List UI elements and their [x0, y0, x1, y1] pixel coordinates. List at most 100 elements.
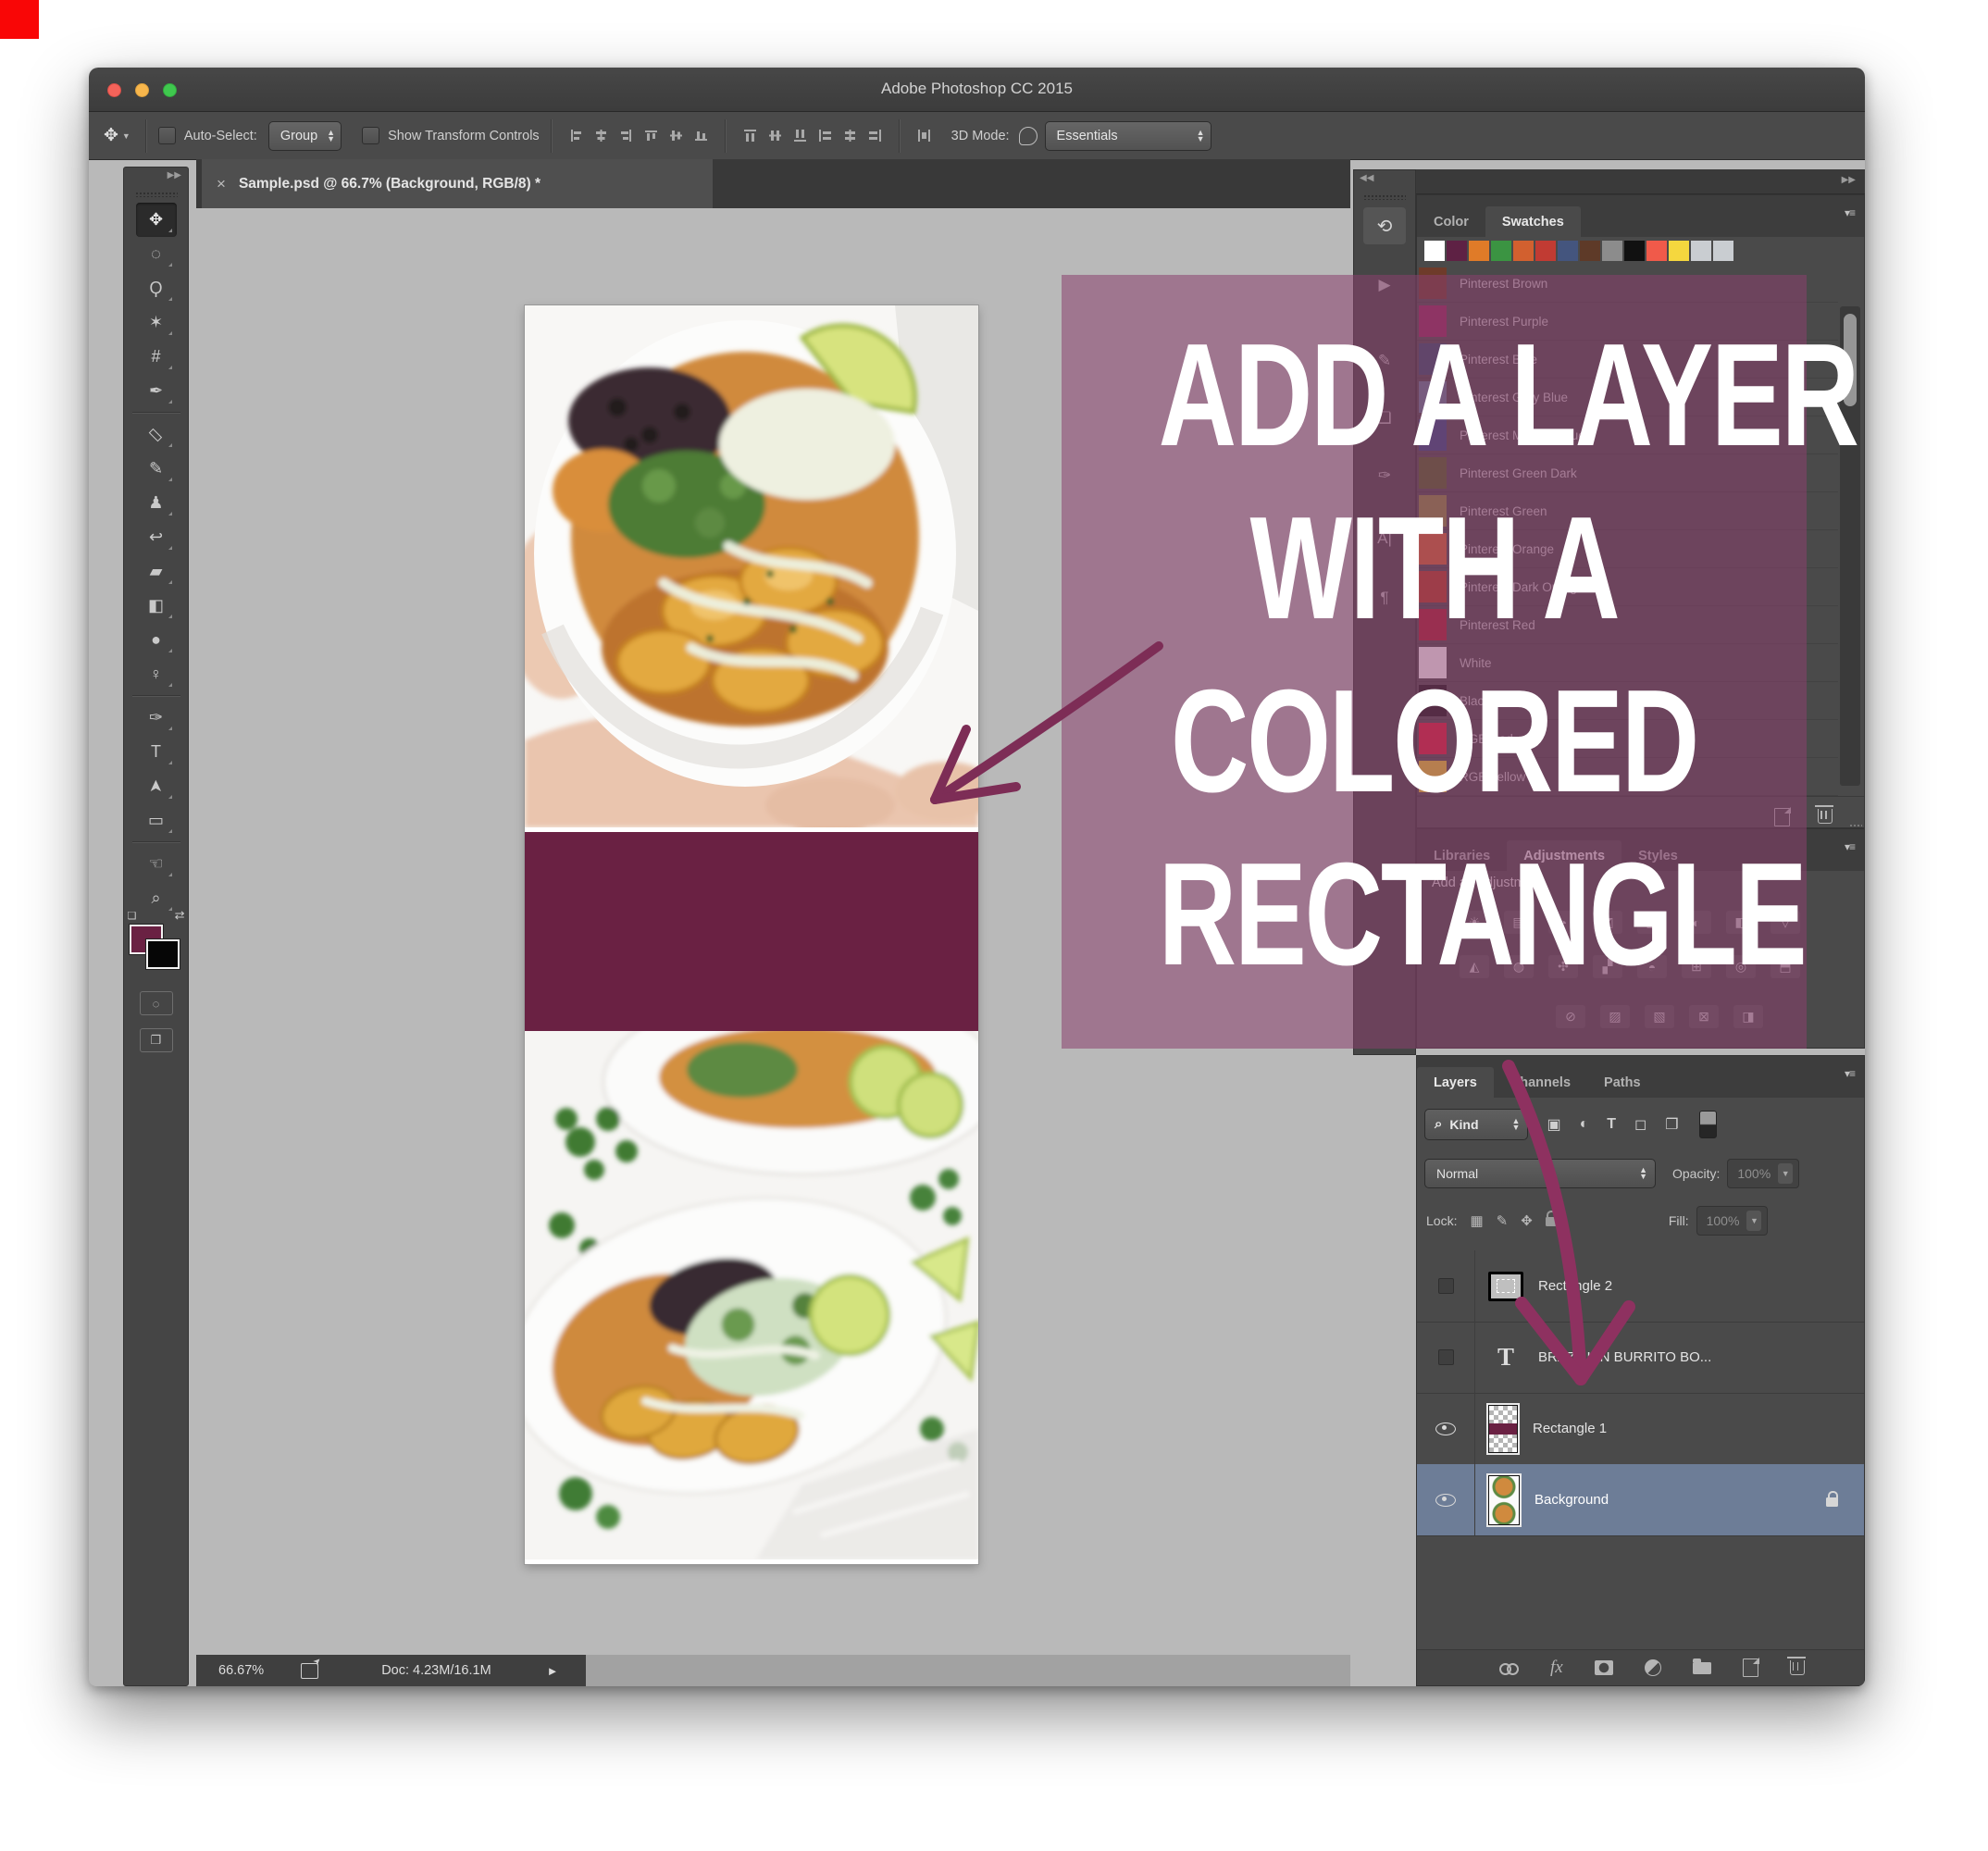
document-canvas[interactable]	[525, 305, 978, 1564]
tool-healing-brush-tool[interactable]: ▭	[136, 417, 177, 452]
show-transform-label: Show Transform Controls	[388, 129, 540, 143]
tool-eyedropper-tool[interactable]: ✒	[136, 374, 177, 408]
recent-swatch-7[interactable]	[1580, 241, 1600, 261]
tool-marquee-tool[interactable]: ◌	[136, 237, 177, 271]
share-icon[interactable]	[301, 1663, 318, 1679]
lock-position-icon[interactable]: ✥	[1521, 1212, 1533, 1229]
text-layer-thumbnail: T	[1488, 1343, 1523, 1373]
show-transform-checkbox[interactable]	[362, 127, 379, 144]
auto-select-scope-dropdown[interactable]: Group ▲▼	[268, 121, 342, 151]
layer-style-icon[interactable]: fx	[1550, 1658, 1563, 1678]
recent-swatch-6[interactable]	[1558, 241, 1578, 261]
tool-crop-tool[interactable]: #	[136, 340, 177, 374]
recent-swatch-11[interactable]	[1669, 241, 1689, 261]
add-mask-icon[interactable]	[1595, 1660, 1613, 1675]
recent-swatch-8[interactable]	[1602, 241, 1622, 261]
panel-menu-icon[interactable]: ▾≡	[1845, 206, 1855, 219]
background-color-swatch[interactable]	[146, 939, 180, 969]
recent-swatch-10[interactable]	[1646, 241, 1667, 261]
recent-swatch-12[interactable]	[1691, 241, 1711, 261]
new-layer-icon[interactable]	[1743, 1658, 1758, 1677]
tool-clone-stamp-tool[interactable]: ♟	[136, 486, 177, 520]
swap-colors-icon[interactable]: ⇄	[175, 908, 185, 923]
screen-mode-button[interactable]: ❐	[140, 1028, 173, 1052]
tool-preset-caret-icon[interactable]: ▼	[122, 131, 130, 141]
tool-dodge-tool[interactable]: ♀	[136, 657, 177, 691]
tool-history-brush-tool[interactable]: ↩	[136, 520, 177, 554]
tool-rectangle-tool[interactable]: ▭	[136, 803, 177, 838]
status-play-icon[interactable]: ►	[547, 1664, 559, 1678]
collapse-dock-icon[interactable]: ▶▶	[1416, 169, 1865, 194]
filter-toggle[interactable]	[1699, 1111, 1717, 1138]
workspace-dropdown[interactable]: Essentials ▲▼	[1045, 121, 1211, 151]
panel-menu-icon[interactable]: ▾≡	[1845, 840, 1855, 853]
type-tool-icon: T	[151, 742, 161, 762]
tool-eraser-tool[interactable]: ▰	[136, 554, 177, 589]
new-adjustment-layer-icon[interactable]	[1645, 1659, 1661, 1676]
filter-shape-layers-icon[interactable]: ◻	[1634, 1115, 1646, 1134]
recent-swatch-13[interactable]	[1713, 241, 1733, 261]
filter-adjustment-layers-icon[interactable]: ◐	[1580, 1116, 1589, 1133]
tool-blur-tool[interactable]: ●	[136, 623, 177, 657]
visibility-eye-icon[interactable]	[1417, 1464, 1475, 1535]
delete-layer-icon[interactable]	[1790, 1660, 1805, 1675]
close-document-icon[interactable]: ×	[217, 175, 226, 193]
auto-select-checkbox[interactable]	[158, 127, 176, 144]
layer-row-rectangle-2[interactable]: Rectangle 2	[1417, 1250, 1864, 1323]
layer-row-rectangle-1[interactable]: Rectangle 1	[1417, 1393, 1864, 1465]
opacity-value[interactable]: 100%▼	[1727, 1159, 1799, 1188]
panel-grip[interactable]	[1363, 194, 1406, 200]
new-group-icon[interactable]	[1693, 1662, 1711, 1674]
visibility-empty-box[interactable]	[1417, 1250, 1475, 1322]
document-tab[interactable]: × Sample.psd @ 66.7% (Background, RGB/8)…	[202, 159, 713, 208]
fill-value[interactable]: 100%▼	[1696, 1206, 1769, 1236]
tool-pen-tool[interactable]: ✑	[136, 701, 177, 735]
filter-pixel-layers-icon[interactable]: ▣	[1547, 1115, 1560, 1134]
lock-all-icon[interactable]	[1546, 1214, 1558, 1230]
tab-color[interactable]: Color	[1417, 206, 1485, 237]
tab-channels[interactable]: Channels	[1494, 1067, 1587, 1098]
tool-move-tool[interactable]: ✥	[136, 203, 177, 237]
filter-smart-objects-icon[interactable]: ❐	[1665, 1115, 1678, 1134]
tool-gradient-tool[interactable]: ◧	[136, 589, 177, 623]
link-layers-icon[interactable]	[1498, 1662, 1519, 1673]
tool-hand-tool[interactable]: ☜	[136, 847, 177, 881]
tool-zoom-tool[interactable]: ⌕	[136, 881, 177, 915]
tool-path-selection-tool[interactable]: ➤	[136, 769, 177, 803]
quick-mask-button[interactable]: ◌	[140, 991, 173, 1015]
tab-swatches[interactable]: Swatches	[1485, 206, 1581, 237]
delete-swatch-icon[interactable]	[1818, 809, 1833, 824]
lock-transparency-icon[interactable]: ▦	[1470, 1212, 1483, 1229]
layer-row-background[interactable]: Background	[1417, 1464, 1864, 1536]
history-panel-icon[interactable]: ⟲	[1363, 207, 1406, 244]
panel-menu-icon[interactable]: ▾≡	[1845, 1067, 1855, 1080]
default-colors-icon[interactable]: ❏	[128, 910, 137, 922]
expand-dock-icon[interactable]: ◀◀	[1354, 170, 1415, 191]
recent-swatch-3[interactable]	[1491, 241, 1511, 261]
recent-swatch-1[interactable]	[1447, 241, 1467, 261]
visibility-empty-box[interactable]	[1417, 1322, 1475, 1393]
tool-type-tool[interactable]: T	[136, 735, 177, 769]
recent-swatch-5[interactable]	[1535, 241, 1556, 261]
recent-swatch-9[interactable]	[1624, 241, 1645, 261]
rectangle-tool-icon: ▭	[148, 811, 164, 830]
tab-layers[interactable]: Layers	[1417, 1067, 1494, 1098]
visibility-eye-icon[interactable]	[1417, 1393, 1475, 1464]
tab-paths[interactable]: Paths	[1587, 1067, 1658, 1098]
zoom-level[interactable]: 66.67%	[218, 1663, 264, 1678]
layer-filter-dropdown[interactable]: ⌕ Kind ▲▼	[1424, 1109, 1528, 1140]
colored-rectangle-layer[interactable]	[525, 832, 978, 1031]
panel-grip[interactable]	[135, 192, 178, 197]
layer-row-brazilian-burrito-bo[interactable]: TBRAZILIAN BURRITO BO...	[1417, 1322, 1864, 1394]
recent-swatch-4[interactable]	[1513, 241, 1534, 261]
lock-paint-icon[interactable]: ✎	[1497, 1212, 1509, 1229]
recent-swatch-0[interactable]	[1424, 241, 1445, 261]
collapse-tools-icon[interactable]: ▶▶	[124, 168, 188, 188]
recent-swatch-2[interactable]	[1469, 241, 1489, 261]
filter-type-layers-icon[interactable]: T	[1607, 1116, 1616, 1133]
distribute-spacing-group	[912, 128, 937, 143]
tool-lasso-tool[interactable]: Ϙ	[136, 271, 177, 305]
tool-magic-wand-tool[interactable]: ✶	[136, 305, 177, 340]
tool-brush-tool[interactable]: ✎	[136, 452, 177, 486]
blend-mode-dropdown[interactable]: Normal ▲▼	[1424, 1159, 1656, 1188]
